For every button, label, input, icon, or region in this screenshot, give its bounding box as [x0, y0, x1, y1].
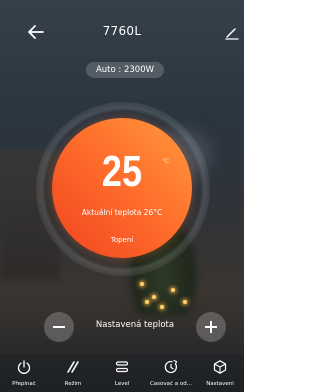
- edit-button[interactable]: [225, 25, 239, 40]
- background-light: [145, 300, 149, 304]
- arrow-left-icon: [28, 25, 44, 39]
- nav-label: Časovač a od...: [149, 381, 193, 387]
- current-temperature: Aktuální teplota 26°C: [81, 208, 163, 217]
- nav-item-mode[interactable]: Režim: [49, 354, 97, 392]
- nav-item-switch[interactable]: Přepínač: [0, 354, 48, 392]
- top-bar: 7760L: [0, 0, 244, 58]
- nav-item-settings[interactable]: Nastavení: [196, 354, 244, 392]
- background-light: [160, 305, 164, 309]
- mode-slashes-icon: [67, 361, 79, 373]
- nav-item-timer[interactable]: Časovač a od...: [147, 354, 195, 392]
- pencil-icon: [225, 28, 239, 40]
- increase-temperature-button[interactable]: [196, 312, 226, 342]
- background-light: [140, 282, 144, 286]
- bottom-navigation: Přepínač Režim Level Časovač a od... Nas…: [0, 354, 244, 392]
- settings-cube-icon: [213, 360, 227, 374]
- nav-label: Level: [114, 381, 130, 387]
- mode-power-badge[interactable]: Auto : 2300W: [86, 62, 164, 78]
- level-bars-icon: [115, 361, 129, 373]
- background-light: [171, 288, 175, 292]
- thermostat-screen: 7760L Auto : 2300W 25 °C Aktuální teplot…: [0, 0, 244, 392]
- timer-icon: [164, 359, 178, 374]
- back-button[interactable]: [27, 24, 45, 40]
- heating-status: Topení: [110, 236, 134, 244]
- device-title: 7760L: [102, 24, 142, 38]
- decrease-temperature-button[interactable]: [44, 312, 74, 342]
- nav-item-level[interactable]: Level: [98, 354, 146, 392]
- background-light: [183, 300, 187, 304]
- setpoint-label: Nastavená teplota: [95, 320, 175, 330]
- nav-label: Přepínač: [12, 381, 36, 387]
- nav-label: Nastavení: [206, 381, 234, 387]
- setpoint-value: 25: [101, 147, 143, 196]
- temperature-dial[interactable]: 25 °C Aktuální teplota 26°C Topení: [52, 118, 192, 258]
- background-light: [152, 295, 156, 299]
- nav-label: Režim: [64, 381, 82, 387]
- power-icon: [17, 360, 31, 374]
- temperature-unit: °C: [162, 158, 170, 165]
